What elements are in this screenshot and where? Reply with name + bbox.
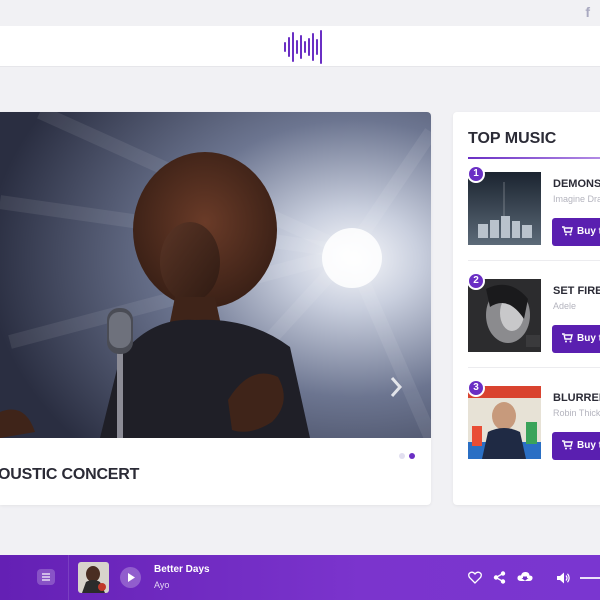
top-bar: f <box>0 0 600 26</box>
hero-slider <box>0 112 431 505</box>
site-header <box>0 26 600 67</box>
facebook-icon[interactable]: f <box>585 4 590 20</box>
album-cover[interactable] <box>468 386 541 459</box>
buy-button[interactable]: Buy t <box>552 218 600 246</box>
slider-dot[interactable] <box>399 453 405 459</box>
cart-icon <box>562 440 573 450</box>
cloud-download-icon[interactable] <box>517 571 533 583</box>
play-icon[interactable] <box>120 567 141 588</box>
track-title[interactable]: BLURRED <box>553 392 600 404</box>
buy-button[interactable]: Buy t <box>552 432 600 460</box>
share-icon[interactable] <box>493 571 506 584</box>
album-cover[interactable] <box>468 279 541 352</box>
slide-title[interactable]: OUSTIC CONCERT <box>0 466 139 484</box>
buy-button[interactable]: Buy t <box>552 325 600 353</box>
top-music-panel: TOP MUSIC 1 DEMONS Imagine Dra Buy t 2 S… <box>453 112 600 505</box>
heart-icon[interactable] <box>468 571 482 584</box>
buy-label: Buy t <box>577 226 600 237</box>
cart-icon <box>562 333 573 343</box>
top-music-title: TOP MUSIC <box>468 130 557 147</box>
slider-dots <box>399 453 415 459</box>
track-title[interactable]: DEMONS <box>553 178 600 190</box>
divider <box>468 260 600 261</box>
now-playing-cover[interactable] <box>78 562 109 593</box>
queue-icon[interactable] <box>37 569 55 585</box>
rank-badge: 1 <box>467 165 485 183</box>
buy-label: Buy t <box>577 440 600 451</box>
now-playing-artist[interactable]: Ayo <box>154 580 169 590</box>
rank-badge: 3 <box>467 379 485 397</box>
volume-slider[interactable] <box>580 577 600 579</box>
concert-photo <box>0 112 431 438</box>
cart-icon <box>562 226 573 236</box>
chevron-right-icon[interactable] <box>386 372 406 402</box>
track-artist[interactable]: Adele <box>553 301 576 311</box>
track-artist[interactable]: Imagine Dra <box>553 194 600 204</box>
album-cover[interactable] <box>468 172 541 245</box>
sound-wave-logo[interactable] <box>282 30 324 64</box>
rank-badge: 2 <box>467 272 485 290</box>
track-artist[interactable]: Robin Thick <box>553 408 600 418</box>
track-title[interactable]: SET FIRE T <box>553 285 600 297</box>
buy-label: Buy t <box>577 333 600 344</box>
divider <box>468 367 600 368</box>
slider-dot-active[interactable] <box>409 453 415 459</box>
now-playing-title[interactable]: Better Days <box>154 564 210 575</box>
volume-icon[interactable] <box>557 572 571 584</box>
audio-player-bar: Better Days Ayo <box>0 555 600 600</box>
divider <box>68 555 69 600</box>
title-underline <box>468 157 600 159</box>
